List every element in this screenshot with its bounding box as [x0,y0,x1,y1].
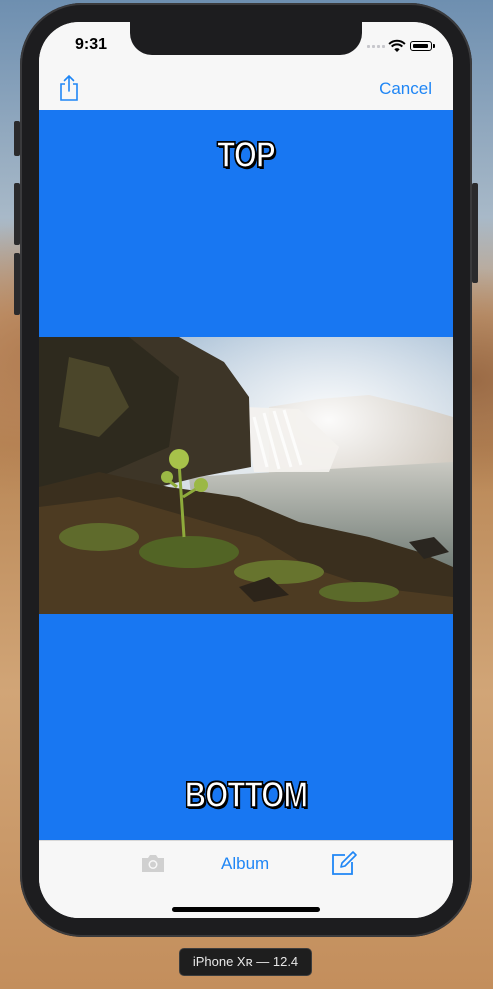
meme-image [39,337,453,614]
meme-canvas: TOP BOTTOM [39,110,453,840]
meme-top-text[interactable]: TOP [76,133,415,176]
bottom-toolbar: Album [39,840,453,918]
meme-bottom-text[interactable]: BOTTOM [76,773,415,816]
share-icon[interactable] [57,74,81,102]
album-button[interactable]: Album [221,854,269,874]
cellular-signal-icon [367,45,385,48]
phone-screen: 9:31 Cancel TOP BOTTOM Album [39,22,453,918]
simulator-device-label: iPhone Xʀ — 12.4 [179,948,312,976]
navigation-bar: Cancel [39,66,453,111]
camera-icon[interactable] [140,853,166,873]
wifi-icon [388,39,406,52]
status-bar: 9:31 [39,22,453,66]
home-indicator[interactable] [172,907,320,912]
compose-icon[interactable] [331,850,357,876]
power-button [472,183,478,283]
cancel-button[interactable]: Cancel [379,79,432,99]
status-time: 9:31 [75,36,108,53]
notch [130,22,362,55]
battery-icon [410,41,435,51]
